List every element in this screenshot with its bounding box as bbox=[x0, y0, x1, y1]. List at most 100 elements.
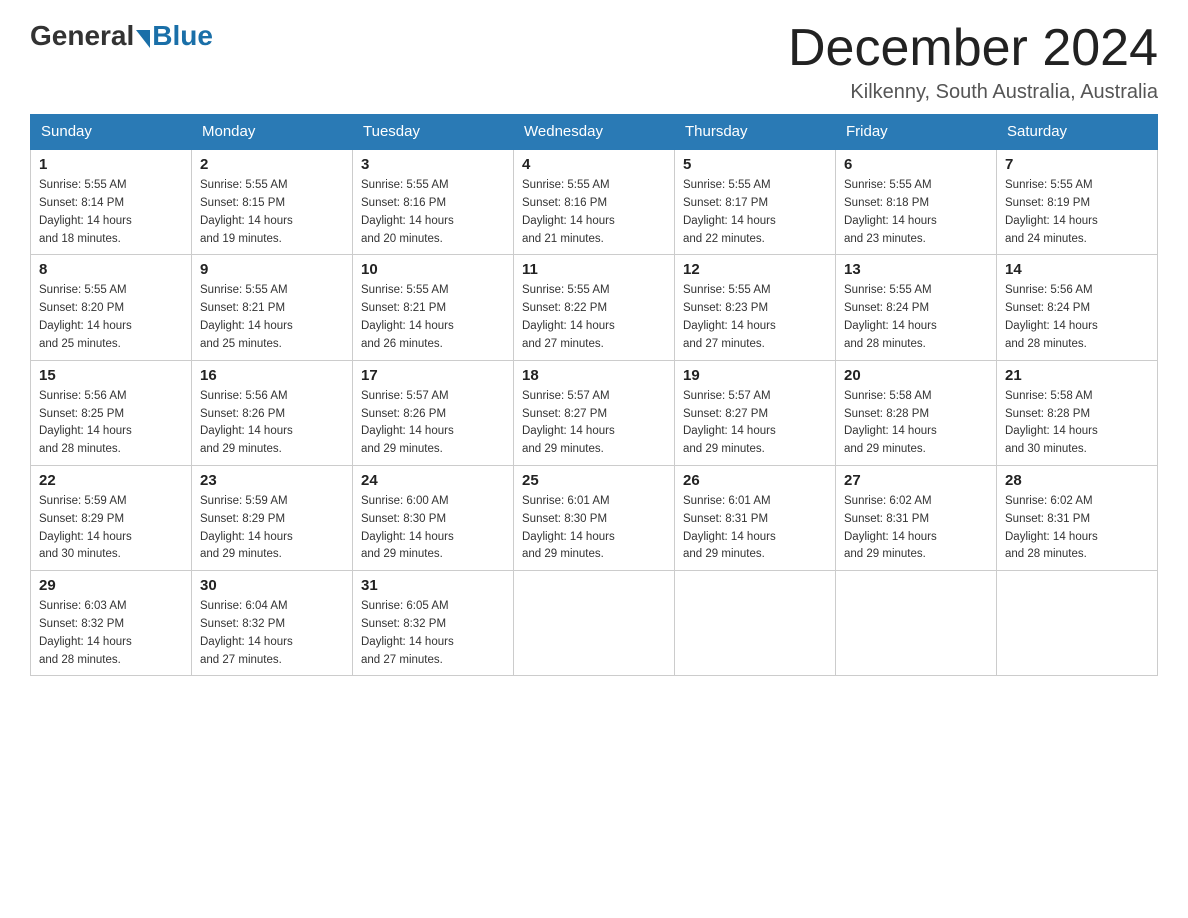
calendar-day-cell bbox=[514, 571, 675, 676]
day-number: 2 bbox=[200, 156, 344, 173]
day-info: Sunrise: 5:57 AMSunset: 8:27 PMDaylight:… bbox=[522, 388, 666, 459]
logo-blue-text: Blue bbox=[152, 20, 213, 52]
day-info: Sunrise: 5:56 AMSunset: 8:24 PMDaylight:… bbox=[1005, 282, 1149, 353]
calendar-day-cell: 15 Sunrise: 5:56 AMSunset: 8:25 PMDayligh… bbox=[31, 360, 192, 465]
day-number: 29 bbox=[39, 577, 183, 594]
page-header: General Blue December 2024 Kilkenny, Sou… bbox=[30, 20, 1158, 104]
day-info: Sunrise: 5:56 AMSunset: 8:25 PMDaylight:… bbox=[39, 388, 183, 459]
day-number: 23 bbox=[200, 472, 344, 489]
calendar-day-cell: 3 Sunrise: 5:55 AMSunset: 8:16 PMDaylight… bbox=[353, 149, 514, 255]
day-info: Sunrise: 5:55 AMSunset: 8:15 PMDaylight:… bbox=[200, 177, 344, 248]
day-info: Sunrise: 5:57 AMSunset: 8:26 PMDaylight:… bbox=[361, 388, 505, 459]
day-info: Sunrise: 5:55 AMSunset: 8:23 PMDaylight:… bbox=[683, 282, 827, 353]
day-number: 21 bbox=[1005, 367, 1149, 384]
weekday-header-thursday: Thursday bbox=[675, 115, 836, 150]
day-info: Sunrise: 5:55 AMSunset: 8:24 PMDaylight:… bbox=[844, 282, 988, 353]
day-info: Sunrise: 6:01 AMSunset: 8:31 PMDaylight:… bbox=[683, 493, 827, 564]
day-number: 27 bbox=[844, 472, 988, 489]
calendar-day-cell: 21 Sunrise: 5:58 AMSunset: 8:28 PMDayligh… bbox=[997, 360, 1158, 465]
calendar-day-cell: 19Sunrise: 5:57 AMSunset: 8:27 PMDayligh… bbox=[675, 360, 836, 465]
calendar-day-cell: 10Sunrise: 5:55 AMSunset: 8:21 PMDayligh… bbox=[353, 255, 514, 360]
day-number: 22 bbox=[39, 472, 183, 489]
day-number: 9 bbox=[200, 261, 344, 278]
calendar-day-cell: 18 Sunrise: 5:57 AMSunset: 8:27 PMDayligh… bbox=[514, 360, 675, 465]
day-info: Sunrise: 5:55 AMSunset: 8:17 PMDaylight:… bbox=[683, 177, 827, 248]
day-number: 14 bbox=[1005, 261, 1149, 278]
calendar-day-cell: 6Sunrise: 5:55 AMSunset: 8:18 PMDaylight… bbox=[836, 149, 997, 255]
calendar-day-cell: 23 Sunrise: 5:59 AMSunset: 8:29 PMDayligh… bbox=[192, 465, 353, 570]
logo-general-text: General bbox=[30, 20, 134, 52]
calendar-day-cell: 5Sunrise: 5:55 AMSunset: 8:17 PMDaylight… bbox=[675, 149, 836, 255]
weekday-header-saturday: Saturday bbox=[997, 115, 1158, 150]
day-number: 15 bbox=[39, 367, 183, 384]
calendar-day-cell: 13 Sunrise: 5:55 AMSunset: 8:24 PMDayligh… bbox=[836, 255, 997, 360]
day-number: 18 bbox=[522, 367, 666, 384]
day-number: 24 bbox=[361, 472, 505, 489]
day-number: 16 bbox=[200, 367, 344, 384]
calendar-day-cell bbox=[997, 571, 1158, 676]
calendar-day-cell: 22 Sunrise: 5:59 AMSunset: 8:29 PMDayligh… bbox=[31, 465, 192, 570]
day-number: 11 bbox=[522, 261, 666, 278]
day-number: 25 bbox=[522, 472, 666, 489]
day-number: 4 bbox=[522, 156, 666, 173]
day-info: Sunrise: 5:59 AMSunset: 8:29 PMDaylight:… bbox=[200, 493, 344, 564]
weekday-header-friday: Friday bbox=[836, 115, 997, 150]
month-title: December 2024 bbox=[788, 20, 1158, 77]
day-info: Sunrise: 6:05 AMSunset: 8:32 PMDaylight:… bbox=[361, 598, 505, 669]
weekday-header-monday: Monday bbox=[192, 115, 353, 150]
calendar-week-row: 1Sunrise: 5:55 AMSunset: 8:14 PMDaylight… bbox=[31, 149, 1158, 255]
day-number: 30 bbox=[200, 577, 344, 594]
day-info: Sunrise: 6:01 AMSunset: 8:30 PMDaylight:… bbox=[522, 493, 666, 564]
calendar-day-cell: 16 Sunrise: 5:56 AMSunset: 8:26 PMDayligh… bbox=[192, 360, 353, 465]
day-number: 3 bbox=[361, 156, 505, 173]
day-info: Sunrise: 6:02 AMSunset: 8:31 PMDaylight:… bbox=[1005, 493, 1149, 564]
calendar-day-cell: 25 Sunrise: 6:01 AMSunset: 8:30 PMDayligh… bbox=[514, 465, 675, 570]
calendar-day-cell: 28 Sunrise: 6:02 AMSunset: 8:31 PMDayligh… bbox=[997, 465, 1158, 570]
day-number: 17 bbox=[361, 367, 505, 384]
calendar-day-cell: 31 Sunrise: 6:05 AMSunset: 8:32 PMDayligh… bbox=[353, 571, 514, 676]
logo-arrow-icon bbox=[136, 30, 150, 48]
day-info: Sunrise: 6:04 AMSunset: 8:32 PMDaylight:… bbox=[200, 598, 344, 669]
weekday-header-row: SundayMondayTuesdayWednesdayThursdayFrid… bbox=[31, 115, 1158, 150]
day-number: 7 bbox=[1005, 156, 1149, 173]
day-number: 12 bbox=[683, 261, 827, 278]
weekday-header-sunday: Sunday bbox=[31, 115, 192, 150]
day-info: Sunrise: 5:55 AMSunset: 8:16 PMDaylight:… bbox=[361, 177, 505, 248]
day-info: Sunrise: 6:03 AMSunset: 8:32 PMDaylight:… bbox=[39, 598, 183, 669]
day-info: Sunrise: 5:55 AMSunset: 8:22 PMDaylight:… bbox=[522, 282, 666, 353]
day-info: Sunrise: 5:55 AMSunset: 8:14 PMDaylight:… bbox=[39, 177, 183, 248]
day-info: Sunrise: 5:59 AMSunset: 8:29 PMDaylight:… bbox=[39, 493, 183, 564]
calendar-day-cell: 27 Sunrise: 6:02 AMSunset: 8:31 PMDayligh… bbox=[836, 465, 997, 570]
calendar-day-cell: 7 Sunrise: 5:55 AMSunset: 8:19 PMDaylight… bbox=[997, 149, 1158, 255]
calendar-table: SundayMondayTuesdayWednesdayThursdayFrid… bbox=[30, 114, 1158, 676]
day-info: Sunrise: 6:00 AMSunset: 8:30 PMDaylight:… bbox=[361, 493, 505, 564]
calendar-day-cell: 4 Sunrise: 5:55 AMSunset: 8:16 PMDaylight… bbox=[514, 149, 675, 255]
calendar-day-cell: 2 Sunrise: 5:55 AMSunset: 8:15 PMDaylight… bbox=[192, 149, 353, 255]
day-number: 31 bbox=[361, 577, 505, 594]
day-info: Sunrise: 5:55 AMSunset: 8:20 PMDaylight:… bbox=[39, 282, 183, 353]
calendar-day-cell: 29 Sunrise: 6:03 AMSunset: 8:32 PMDayligh… bbox=[31, 571, 192, 676]
calendar-day-cell: 26Sunrise: 6:01 AMSunset: 8:31 PMDayligh… bbox=[675, 465, 836, 570]
calendar-week-row: 15 Sunrise: 5:56 AMSunset: 8:25 PMDayligh… bbox=[31, 360, 1158, 465]
calendar-day-cell: 1Sunrise: 5:55 AMSunset: 8:14 PMDaylight… bbox=[31, 149, 192, 255]
calendar-day-cell: 12 Sunrise: 5:55 AMSunset: 8:23 PMDayligh… bbox=[675, 255, 836, 360]
day-info: Sunrise: 6:02 AMSunset: 8:31 PMDaylight:… bbox=[844, 493, 988, 564]
calendar-week-row: 8Sunrise: 5:55 AMSunset: 8:20 PMDaylight… bbox=[31, 255, 1158, 360]
logo: General Blue bbox=[30, 20, 213, 52]
calendar-day-cell: 8Sunrise: 5:55 AMSunset: 8:20 PMDaylight… bbox=[31, 255, 192, 360]
day-number: 13 bbox=[844, 261, 988, 278]
calendar-day-cell bbox=[836, 571, 997, 676]
day-info: Sunrise: 5:55 AMSunset: 8:16 PMDaylight:… bbox=[522, 177, 666, 248]
calendar-day-cell: 20Sunrise: 5:58 AMSunset: 8:28 PMDayligh… bbox=[836, 360, 997, 465]
calendar-day-cell: 9Sunrise: 5:55 AMSunset: 8:21 PMDaylight… bbox=[192, 255, 353, 360]
day-number: 20 bbox=[844, 367, 988, 384]
calendar-day-cell: 24 Sunrise: 6:00 AMSunset: 8:30 PMDayligh… bbox=[353, 465, 514, 570]
day-info: Sunrise: 5:55 AMSunset: 8:19 PMDaylight:… bbox=[1005, 177, 1149, 248]
day-info: Sunrise: 5:56 AMSunset: 8:26 PMDaylight:… bbox=[200, 388, 344, 459]
day-info: Sunrise: 5:58 AMSunset: 8:28 PMDaylight:… bbox=[1005, 388, 1149, 459]
location-title: Kilkenny, South Australia, Australia bbox=[788, 81, 1158, 104]
calendar-day-cell bbox=[675, 571, 836, 676]
calendar-day-cell: 14 Sunrise: 5:56 AMSunset: 8:24 PMDayligh… bbox=[997, 255, 1158, 360]
day-info: Sunrise: 5:57 AMSunset: 8:27 PMDaylight:… bbox=[683, 388, 827, 459]
day-number: 28 bbox=[1005, 472, 1149, 489]
